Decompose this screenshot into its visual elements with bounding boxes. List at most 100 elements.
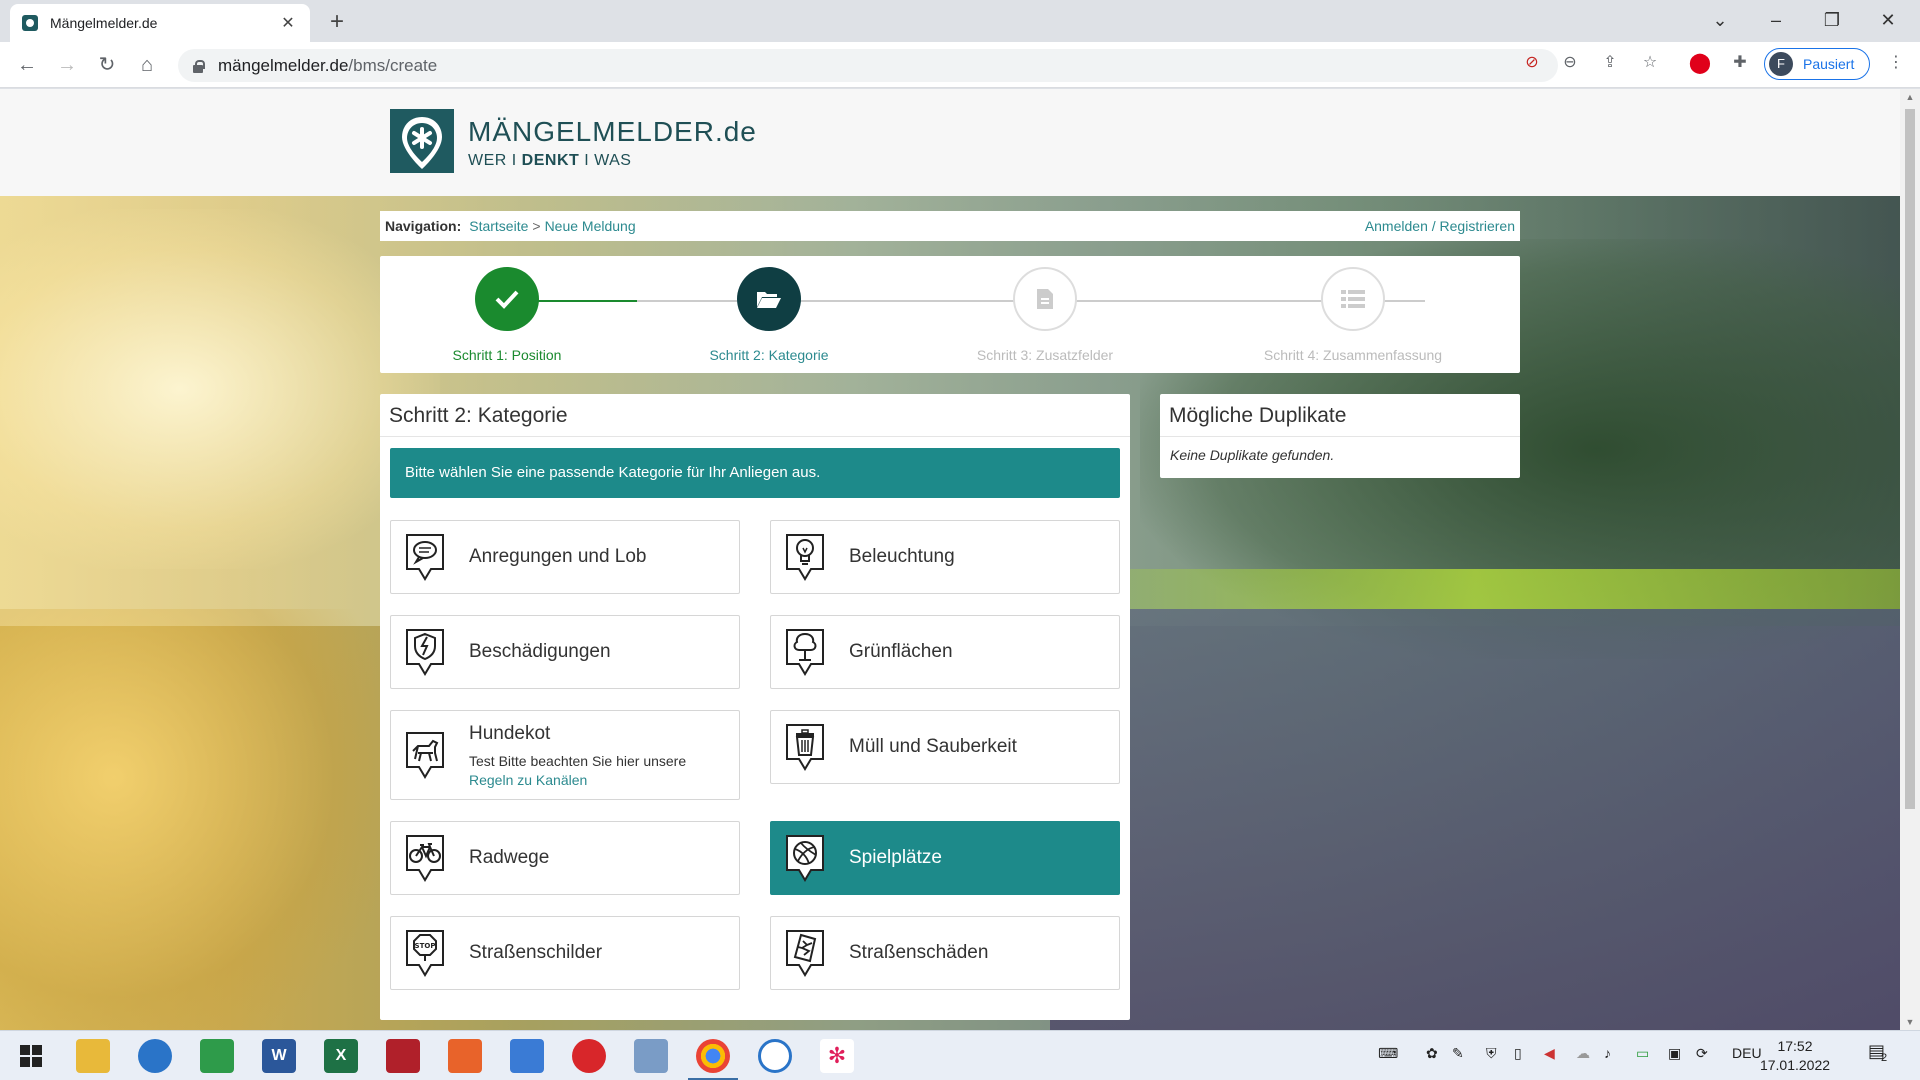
bicycle-icon <box>406 835 444 882</box>
restore-button[interactable]: ❐ <box>1804 0 1860 42</box>
scroll-up-arrow-icon[interactable]: ▲ <box>1900 89 1920 105</box>
battery-icon[interactable]: ▭ <box>1636 1045 1649 1062</box>
category-gruenflaechen[interactable]: Grünflächen <box>770 615 1120 689</box>
network-icon[interactable]: ▣ <box>1668 1045 1681 1062</box>
address-bar[interactable]: mängelmelder.de/bms/create <box>178 49 1558 82</box>
profile-avatar: F <box>1769 52 1793 76</box>
windows-start-icon[interactable] <box>14 1039 48 1073</box>
tray-cloud-icon[interactable]: ☁ <box>1576 1045 1590 1062</box>
category-strassenschilder[interactable]: STOP Straßenschilder <box>390 916 740 990</box>
lock-icon <box>192 59 205 73</box>
category-label: Beschädigungen <box>469 641 611 662</box>
login-register-link[interactable]: Anmelden / Registrieren <box>1365 218 1515 234</box>
duplicates-empty-text: Keine Duplikate gefunden. <box>1170 447 1335 463</box>
trash-can-icon <box>786 724 824 771</box>
browser-tab[interactable]: Mängelmelder.de ✕ <box>10 4 310 42</box>
category-label: Anregungen und Lob <box>469 546 647 567</box>
breadcrumb-separator: > <box>532 218 541 234</box>
scroll-down-arrow-icon[interactable]: ▼ <box>1900 1014 1920 1030</box>
progress-stepper: Schritt 1: Position Schritt 2: Kategorie… <box>380 256 1520 373</box>
logo-pin-icon <box>390 109 454 173</box>
category-label: Grünflächen <box>849 641 953 662</box>
home-icon[interactable]: ⌂ <box>133 51 161 79</box>
category-radwege[interactable]: Radwege <box>390 821 740 895</box>
volume-icon[interactable]: ♪ <box>1604 1045 1611 1061</box>
breadcrumb-home-link[interactable]: Startseite <box>469 218 528 234</box>
step-2[interactable]: Schritt 2: Kategorie <box>649 267 889 363</box>
category-beleuchtung[interactable]: Beleuchtung <box>770 520 1120 594</box>
category-label: Radwege <box>469 847 550 868</box>
category-anregungen-und-lob[interactable]: Anregungen und Lob <box>390 520 740 594</box>
tray-shield-icon[interactable]: ⛨ <box>1486 1045 1497 1062</box>
scrollbar-thumb[interactable] <box>1905 109 1915 809</box>
category-spielplaetze[interactable]: Spielplätze <box>770 821 1120 895</box>
category-label: Beleuchtung <box>849 546 955 567</box>
minimize-button[interactable]: – <box>1748 0 1804 42</box>
chrome-menu-icon[interactable]: ⋮ <box>1882 49 1910 77</box>
step-1[interactable]: Schritt 1: Position <box>387 267 627 363</box>
file-explorer-icon[interactable] <box>76 1039 110 1073</box>
close-window-button[interactable]: ✕ <box>1860 0 1916 42</box>
thunderbird-icon[interactable] <box>138 1039 172 1073</box>
url-text: mängelmelder.de/bms/create <box>218 55 438 75</box>
rules-link[interactable]: Regeln zu Kanälen <box>469 772 686 788</box>
category-strassenschaeden[interactable]: Straßenschäden <box>770 916 1120 990</box>
close-tab-icon[interactable]: ✕ <box>278 13 298 33</box>
puzzle-app-icon[interactable] <box>386 1039 420 1073</box>
keyboard-tray-icon[interactable]: ⌨ <box>1378 1045 1398 1062</box>
bookmark-star-icon[interactable]: ☆ <box>1636 49 1664 77</box>
reload-button[interactable]: ↻ <box>93 51 121 79</box>
category-label: Straßenschäden <box>849 942 989 963</box>
media-app-icon[interactable] <box>572 1039 606 1073</box>
category-hundekot[interactable]: Hundekot Test Bitte beachten Sie hier un… <box>390 710 740 800</box>
background-sun-glow <box>0 209 440 569</box>
tab-search-icon[interactable]: ⌄ <box>1692 0 1748 42</box>
step-1-label: Schritt 1: Position <box>452 347 562 363</box>
chat-app-icon[interactable] <box>758 1039 792 1073</box>
duplicates-title: Mögliche Duplikate <box>1160 394 1520 437</box>
svg-text:STOP: STOP <box>415 942 436 950</box>
light-bulb-icon <box>786 534 824 581</box>
windows-taskbar: W X ✻ ⌨ ✿ ✎ ⛨ ▯ ◀ ☁ ♪ ▭ ▣ ⟳ DEU 17:52 17… <box>0 1030 1920 1080</box>
sync-icon[interactable]: ⟳ <box>1696 1045 1708 1062</box>
notification-center-icon[interactable]: ▤2 <box>1868 1041 1891 1064</box>
category-muell-und-sauberkeit[interactable]: Müll und Sauberkeit <box>770 710 1120 784</box>
share-icon[interactable]: ⇪ <box>1596 49 1624 77</box>
breadcrumb-label: Navigation: <box>385 218 462 234</box>
duplicates-panel: Mögliche Duplikate Keine Duplikate gefun… <box>1160 394 1520 478</box>
page-scrollbar[interactable]: ▲ ▼ <box>1900 89 1920 1030</box>
site-logo[interactable]: MÄNGELMELDER.de WER I DENKT I WAS <box>390 109 757 177</box>
profile-button[interactable]: F Pausiert <box>1764 48 1870 80</box>
extensions-puzzle-icon[interactable]: ✚ <box>1726 49 1754 77</box>
category-panel: Schritt 2: Kategorie Bitte wählen Sie ei… <box>380 394 1130 1020</box>
system-clock[interactable]: 17:52 17.01.2022 <box>1750 1037 1840 1075</box>
tray-speaker-alert-icon[interactable]: ◀ <box>1544 1045 1555 1062</box>
logo-name: MÄNGELMELDER.de <box>468 116 757 147</box>
new-tab-button[interactable]: + <box>322 8 352 38</box>
slack-icon[interactable]: ✻ <box>820 1039 854 1073</box>
office-app-icon[interactable] <box>448 1039 482 1073</box>
profile-status: Pausiert <box>1803 56 1855 72</box>
category-beschaedigungen[interactable]: Beschädigungen <box>390 615 740 689</box>
blocked-popup-icon[interactable]: ⊘ <box>1518 49 1546 77</box>
forward-button[interactable]: → <box>53 51 81 79</box>
stop-sign-icon: STOP <box>406 930 444 977</box>
zoom-icon[interactable]: ⊖ <box>1556 49 1584 77</box>
back-button[interactable]: ← <box>13 51 41 79</box>
tray-edit-icon[interactable]: ✎ <box>1452 1045 1464 1062</box>
tray-app-icon[interactable]: ✿ <box>1426 1045 1438 1062</box>
opera-extension-icon[interactable]: ⬤ <box>1686 49 1714 77</box>
network-app-icon[interactable] <box>634 1039 668 1073</box>
word-icon[interactable]: W <box>262 1039 296 1073</box>
spreadsheet-icon[interactable] <box>200 1039 234 1073</box>
breadcrumb: Navigation: Startseite > Neue Meldung An… <box>380 211 1520 241</box>
step-3: Schritt 3: Zusatzfelder <box>925 267 1165 363</box>
document-app-icon[interactable] <box>510 1039 544 1073</box>
breadcrumb-current-link[interactable]: Neue Meldung <box>545 218 636 234</box>
excel-icon[interactable]: X <box>324 1039 358 1073</box>
chrome-taskbar-icon[interactable] <box>688 1039 738 1080</box>
road-damage-icon <box>786 930 824 977</box>
tray-usb-icon[interactable]: ▯ <box>1514 1045 1522 1062</box>
page-viewport: MÄNGELMELDER.de WER I DENKT I WAS Naviga… <box>0 89 1900 1030</box>
logo-text: MÄNGELMELDER.de WER I DENKT I WAS <box>468 116 757 170</box>
